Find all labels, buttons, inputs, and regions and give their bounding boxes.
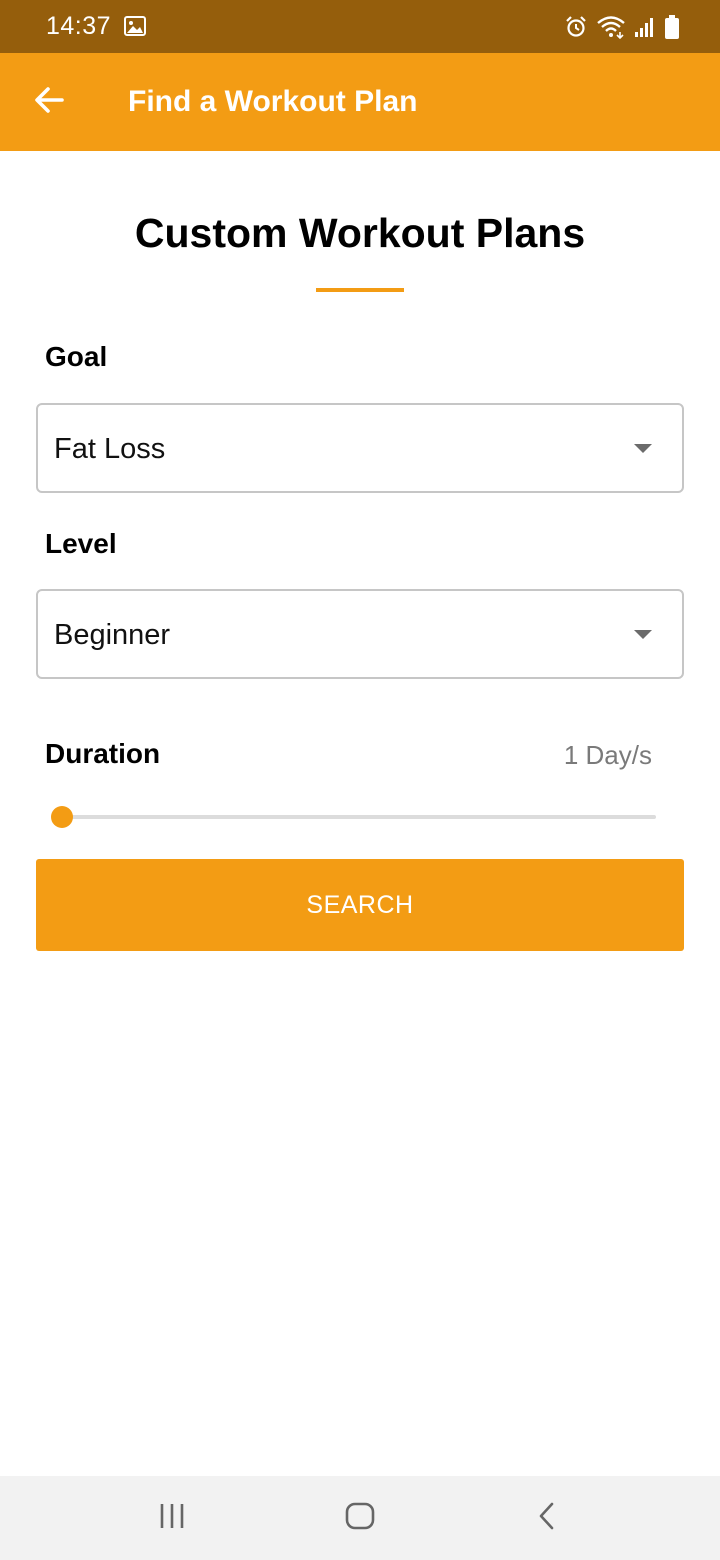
navigation-bar [0,1476,720,1560]
status-icons [564,14,680,40]
back-button[interactable] [22,78,76,126]
home-button[interactable] [338,1498,382,1538]
duration-slider[interactable] [51,806,656,828]
battery-icon [664,14,680,40]
app-bar-title: Find a Workout Plan [128,85,418,118]
back-nav-icon [532,1501,562,1536]
title-underline [316,288,404,292]
dropdown-arrow-icon [634,630,652,639]
page-title: Custom Workout Plans [134,210,586,256]
app-bar: Find a Workout Plan [0,53,720,151]
goal-label: Goal [45,341,108,372]
signal-icon [634,15,656,39]
status-bar: 14:37 [0,0,720,53]
recent-apps-button[interactable] [150,1498,194,1538]
back-nav-button[interactable] [525,1498,569,1538]
duration-slider-thumb[interactable] [51,806,73,828]
wifi-icon [596,15,626,39]
arrow-left-icon [34,86,64,119]
level-select[interactable]: Beginner [36,589,684,679]
dropdown-arrow-icon [634,444,652,453]
gallery-icon [124,16,146,36]
duration-label: Duration [45,738,161,769]
search-button[interactable]: SEARCH [36,859,684,951]
goal-select[interactable]: Fat Loss [36,403,684,493]
home-icon [345,1501,375,1536]
level-label: Level [45,528,117,559]
goal-selected-value: Fat Loss [54,433,166,465]
level-selected-value: Beginner [54,619,171,651]
status-time: 14:37 [46,12,112,40]
duration-value: 1 Day/s [563,740,652,770]
alarm-icon [564,15,588,39]
recent-apps-icon [157,1501,187,1536]
